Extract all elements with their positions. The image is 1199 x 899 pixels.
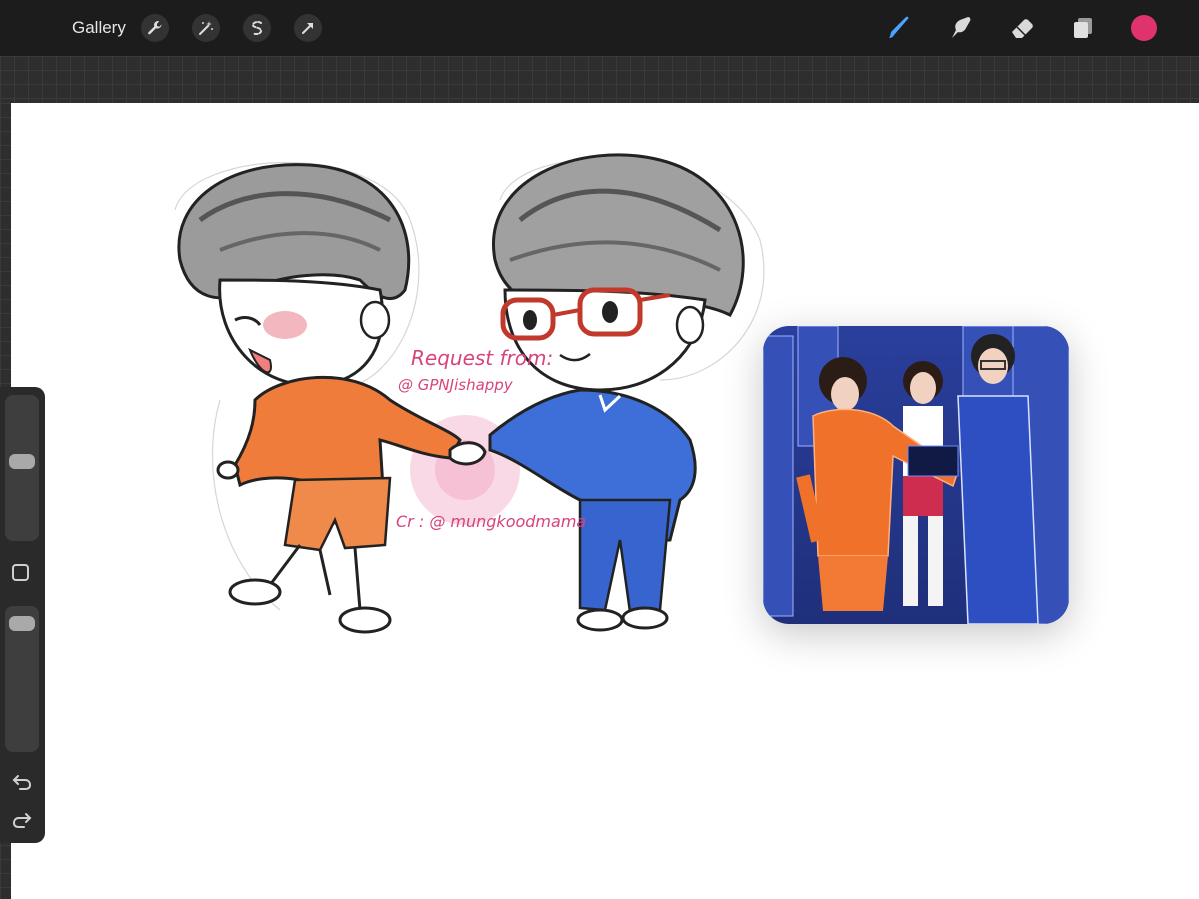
- brush-sidebar: [0, 387, 45, 843]
- reference-photo: [763, 326, 1069, 624]
- brush-icon[interactable]: [885, 14, 913, 42]
- handle-text: @ GPNJishappy: [398, 376, 513, 394]
- eraser-icon[interactable]: [1008, 14, 1036, 42]
- color-swatch-button[interactable]: [1131, 15, 1157, 41]
- gallery-button[interactable]: Gallery: [72, 18, 126, 38]
- magic-wand-icon[interactable]: [192, 14, 220, 42]
- opacity-slider[interactable]: [5, 606, 39, 752]
- brush-size-knob[interactable]: [9, 454, 35, 470]
- undo-icon[interactable]: [11, 772, 33, 792]
- opacity-knob[interactable]: [9, 616, 35, 632]
- credit-text: Cr : @ mungkoodmama: [396, 512, 587, 531]
- canvas-background-top: [0, 56, 1199, 103]
- selection-s-icon[interactable]: [243, 14, 271, 42]
- brush-size-slider[interactable]: [5, 395, 39, 541]
- reference-photo-window[interactable]: [763, 326, 1069, 624]
- request-text: Request from:: [411, 346, 554, 370]
- right-character: [488, 153, 745, 632]
- smudge-icon[interactable]: [946, 14, 974, 42]
- left-character: [177, 163, 462, 634]
- square-icon[interactable]: [12, 564, 29, 581]
- layers-icon[interactable]: [1069, 14, 1097, 42]
- top-toolbar: Gallery: [0, 0, 1199, 56]
- arrow-cursor-icon[interactable]: [294, 14, 322, 42]
- artwork-illustration: [174, 153, 765, 634]
- wrench-icon[interactable]: [141, 14, 169, 42]
- redo-icon[interactable]: [11, 810, 33, 830]
